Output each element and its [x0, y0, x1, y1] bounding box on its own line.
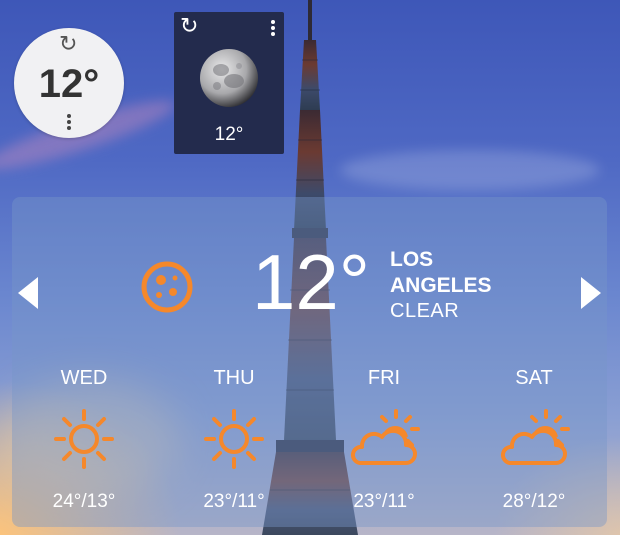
current-condition: CLEAR [390, 300, 460, 322]
forecast-range: 24°/13° [52, 491, 116, 512]
moon-widget-temperature: 12° [214, 124, 244, 145]
vertical-dots-icon[interactable] [270, 18, 276, 38]
chevron-left-icon[interactable] [18, 277, 38, 309]
forecast-range: 23°/11° [353, 491, 415, 512]
round-weather-widget[interactable]: ↻ 12° [14, 28, 124, 138]
refresh-icon[interactable]: ↻ [59, 32, 77, 57]
moon-icon [200, 49, 258, 107]
chevron-right-icon[interactable] [581, 277, 601, 309]
sun-icon [204, 409, 264, 469]
current-temperature: 12° [252, 238, 370, 326]
forecast-day-name: WED [60, 367, 108, 389]
city-name-line: LOS [390, 248, 434, 271]
moon-night-icon [141, 261, 193, 313]
background-cloud [340, 150, 600, 190]
forecast-day-name: FRI [367, 367, 401, 389]
weather-panel: 12° LOS ANGELES CLEAR WED 24°/13° THU 23… [12, 197, 607, 527]
forecast-range: 23°/11° [203, 491, 265, 512]
partly-cloudy-icon [350, 409, 420, 465]
city-name-line: ANGELES [390, 274, 492, 297]
forecast-day-name: SAT [515, 367, 553, 389]
moon-weather-widget[interactable]: ↻ 12° [174, 12, 284, 154]
forecast-day: WED 24°/13° [14, 365, 154, 513]
forecast-day: SAT 28°/12° [464, 365, 604, 513]
sun-icon [54, 409, 114, 469]
refresh-icon[interactable]: ↻ [180, 14, 198, 39]
partly-cloudy-icon [500, 409, 570, 465]
forecast-range: 28°/12° [502, 491, 566, 512]
city-name: LOS ANGELES [390, 247, 560, 299]
forecast-day: THU 23°/11° [164, 365, 304, 513]
vertical-dots-icon[interactable] [62, 112, 76, 134]
round-widget-temperature: 12° [38, 62, 100, 106]
forecast-day-name: THU [213, 367, 255, 389]
forecast-day: FRI 23°/11° [314, 365, 454, 513]
